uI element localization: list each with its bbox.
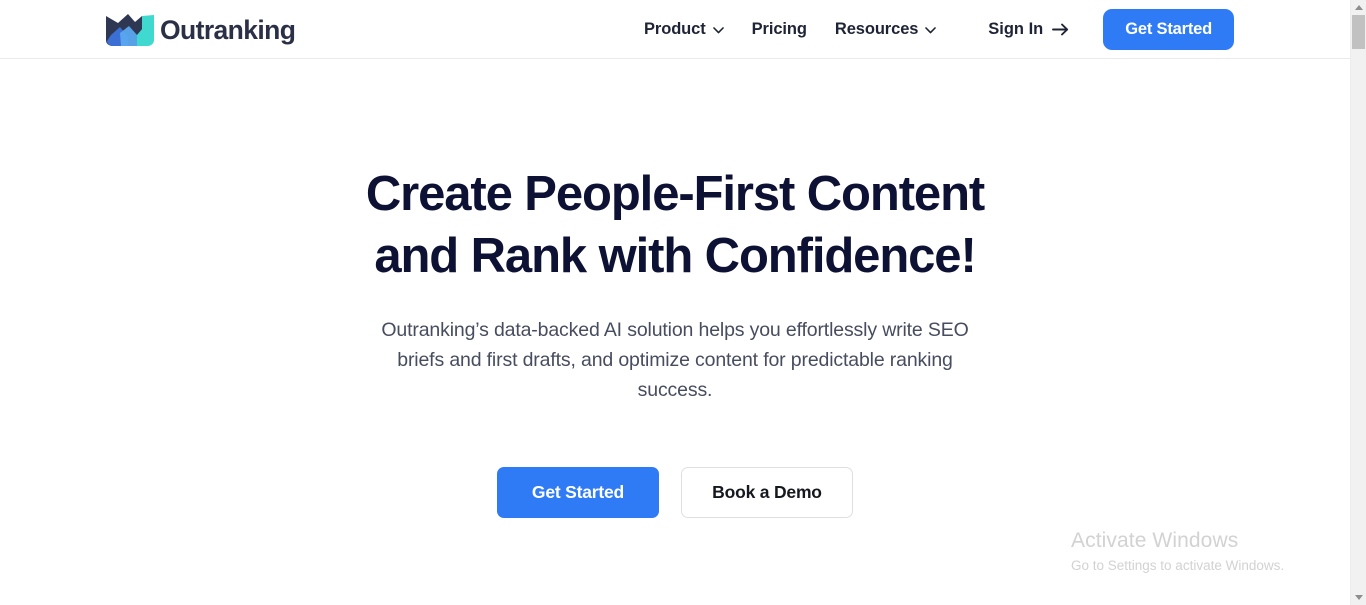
sign-in-link[interactable]: Sign In — [988, 20, 1103, 39]
hero-title-line-1: Create People-First Content — [365, 167, 985, 221]
nav-item-pricing-label: Pricing — [751, 20, 807, 39]
chevron-down-icon — [712, 25, 724, 34]
nav-item-product[interactable]: Product — [630, 0, 738, 59]
hero-book-a-demo-button[interactable]: Book a Demo — [681, 467, 853, 518]
chevron-down-icon — [925, 25, 937, 34]
page-content-area: Outranking Product Pricing Resources Sig… — [0, 0, 1350, 605]
windows-activation-watermark: Activate Windows Go to Settings to activ… — [1071, 528, 1284, 575]
header-get-started-button[interactable]: Get Started — [1103, 9, 1234, 50]
nav-item-resources[interactable]: Resources — [821, 0, 950, 59]
header-actions: Sign In Get Started — [988, 0, 1234, 59]
hero-title: Create People-First Content and Rank wit… — [325, 60, 1025, 287]
site-header: Outranking Product Pricing Resources Sig… — [0, 0, 1350, 59]
nav-item-resources-label: Resources — [834, 20, 919, 39]
main-navigation: Product Pricing Resources — [630, 0, 950, 59]
nav-item-pricing[interactable]: Pricing — [738, 0, 821, 59]
scroll-up-arrow-glyph — [1354, 5, 1363, 10]
watermark-subtitle: Go to Settings to activate Windows. — [1071, 558, 1285, 573]
site-logo[interactable]: Outranking — [104, 11, 296, 49]
page-scrollbar[interactable] — [1350, 0, 1366, 605]
scrollbar-thumb[interactable] — [1352, 15, 1365, 49]
watermark-title: Activate Windows — [1071, 529, 1239, 552]
sign-in-label: Sign In — [988, 20, 1044, 38]
logo-wordmark: Outranking — [160, 14, 296, 45]
nav-item-product-label: Product — [644, 20, 706, 39]
arrow-right-icon — [1052, 23, 1069, 36]
scroll-down-arrow-glyph — [1354, 595, 1363, 600]
browser-viewport: Outranking Product Pricing Resources Sig… — [0, 0, 1366, 605]
scroll-up-arrow-icon[interactable] — [1351, 0, 1366, 15]
hero-subtitle: Outranking’s data-backed AI solution hel… — [381, 319, 969, 401]
hero-cta-group: Get Started Book a Demo — [0, 467, 1350, 518]
hero-title-line-2: and Rank with Confidence! — [374, 229, 976, 283]
hero-get-started-button[interactable]: Get Started — [497, 467, 659, 518]
hero-section: Create People-First Content and Rank wit… — [0, 60, 1350, 518]
mountain-chart-logo-icon — [104, 13, 158, 47]
scroll-down-arrow-icon[interactable] — [1351, 590, 1366, 605]
